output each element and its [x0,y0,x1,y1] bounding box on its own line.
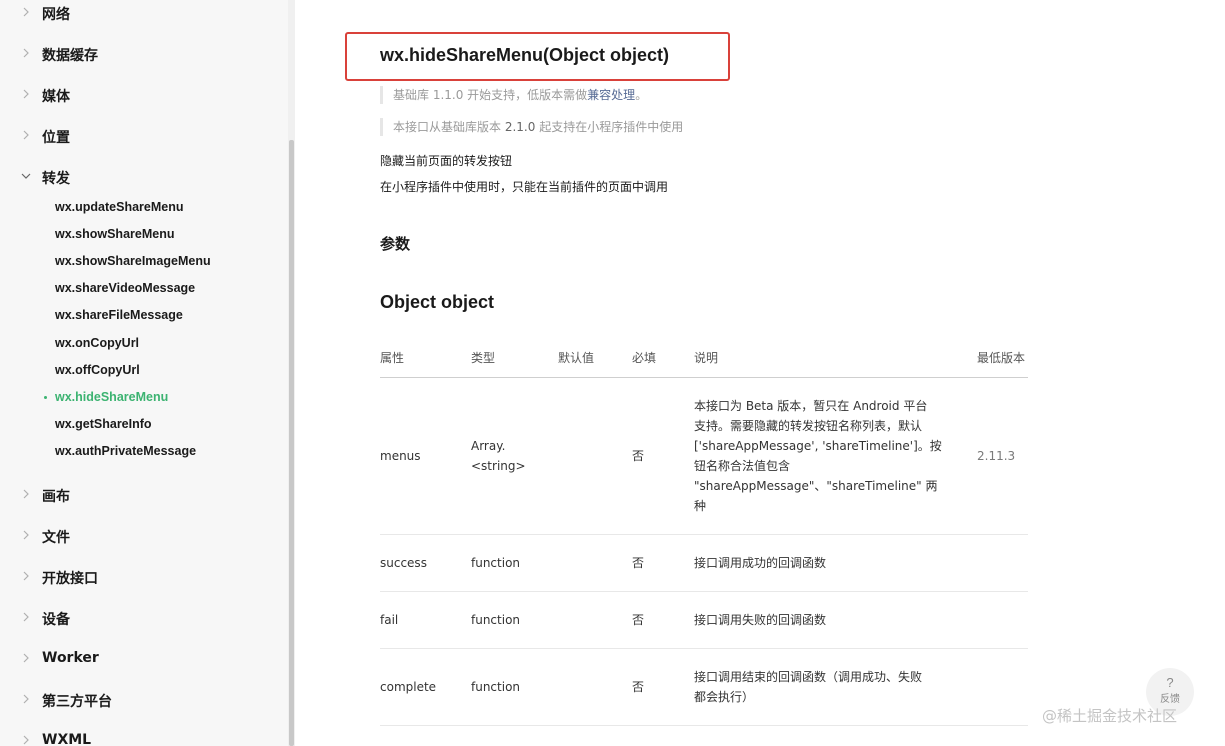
table-row-divider [380,648,1028,649]
sidebar-category-label: 设备 [42,612,70,628]
sidebar: 网络 数据缓存 媒体 位置 转发 wx.updateShareMenu wx.s… [0,0,288,746]
plugin-note: 本接口从基础库版本 2.1.0 起支持在小程序插件中使用 [380,118,683,136]
help-icon: ? [1166,675,1174,690]
table-cell-name: success [380,556,427,570]
table-cell-desc-line: "shareAppMessage"、"shareTimeline" 两 [694,479,938,493]
table-cell-required: 否 [632,680,645,694]
table-header-required: 必填 [632,351,657,365]
table-cell-required: 否 [632,449,645,463]
sidebar-category-label: 数据缓存 [42,48,98,64]
table-cell-desc-line: 都会执行） [694,690,755,704]
table-cell-desc-line: 种 [694,499,707,513]
chevron-right-icon [19,488,33,502]
object-heading: Object object [380,292,495,312]
table-header-divider [380,377,1028,378]
chevron-right-icon [19,6,33,20]
table-cell-name: complete [380,680,437,694]
sidebar-category-label: 位置 [42,130,70,146]
watermark: @稀土掘金技术社区 [1042,707,1178,725]
support-note-text: 基础库 1.1.0 开始支持，低版本需做 [393,88,588,102]
chevron-right-icon [19,693,33,707]
table-row-divider [380,591,1028,592]
active-indicator-dot [44,396,47,399]
chevron-right-icon [19,529,33,543]
plugin-note-suffix: 起支持在小程序插件中使用 [535,120,684,134]
table-cell-type-line2: <string> [471,459,526,473]
table-row-divider [380,534,1028,535]
sidebar-category-label: 网络 [42,7,70,23]
sidebar-item-share-file-message[interactable]: wx.shareFileMessage [55,308,183,322]
sidebar-category-label: 第三方平台 [42,694,112,710]
table-cell-type: function [471,556,521,570]
plugin-note-prefix: 本接口从基础库版本 [393,120,505,134]
table-header-default: 默认值 [558,351,595,365]
sidebar-item-auth-private-message[interactable]: wx.authPrivateMessage [55,444,196,458]
sidebar-item-hide-share-menu[interactable]: wx.hideShareMenu [55,390,168,404]
sidebar-item-show-share-image-menu[interactable]: wx.showShareImageMenu [55,254,211,268]
chevron-right-icon [19,652,33,666]
feedback-label: 反馈 [1160,694,1180,705]
page-title: wx.hideShareMenu(Object object) [380,45,670,65]
doc-content: wx.hideShareMenu(Object object) 基础库 1.1.… [296,0,1225,746]
sidebar-item-on-copy-url[interactable]: wx.onCopyUrl [55,336,139,350]
sidebar-category-label: WXML [42,732,92,746]
params-heading: 参数 [380,235,411,253]
sidebar-category-label: 文件 [42,530,70,546]
description-line-2: 在小程序插件中使用时，只能在当前插件的页面中调用 [380,180,669,194]
table-cell-desc-line: 支持。需要隐藏的转发按钮名称列表，默认 [694,419,923,433]
table-cell-desc-line: ['shareAppMessage', 'shareTimeline']。按 [694,439,942,453]
plugin-note-version: 2.1.0 [504,120,536,134]
sidebar-category-label: 媒体 [42,89,70,105]
sidebar-category-label: Worker [42,650,99,666]
table-cell-desc-line: 接口调用结束的回调函数（调用成功、失败 [694,670,923,684]
table-cell-min-version: 2.11.3 [977,449,1016,463]
table-cell-type: Array. [471,439,506,453]
table-header-name: 属性 [380,351,405,365]
sidebar-item-share-video-message[interactable]: wx.shareVideoMessage [55,281,195,295]
chevron-down-icon [19,170,33,184]
table-row-divider [380,725,1028,726]
sidebar-item-show-share-menu[interactable]: wx.showShareMenu [55,227,174,241]
sidebar-item-get-share-info[interactable]: wx.getShareInfo [55,417,152,431]
table-cell-name: fail [380,613,399,627]
chevron-right-icon [19,47,33,61]
table-cell-required: 否 [632,613,645,627]
table-cell-type: function [471,680,521,694]
chevron-right-icon [19,734,33,746]
compat-link[interactable]: 兼容处理 [587,88,635,102]
sidebar-item-update-share-menu[interactable]: wx.updateShareMenu [55,200,184,214]
description-line-1: 隐藏当前页面的转发按钮 [380,154,513,168]
table-header-min-version: 最低版本 [977,351,1026,365]
table-cell-required: 否 [632,556,645,570]
table-cell-desc-line: 接口调用成功的回调函数 [694,556,827,570]
chevron-right-icon [19,88,33,102]
sidebar-category-label: 开放接口 [42,571,98,587]
table-cell-desc-line: 本接口为 Beta 版本，暂只在 Android 平台 [694,399,928,413]
sidebar-category-label: 转发 [42,171,70,187]
table-header-description: 说明 [694,351,719,365]
table-header-type: 类型 [471,351,496,365]
support-note: 基础库 1.1.0 开始支持，低版本需做兼容处理。 [380,86,647,104]
sidebar-scrollbar-thumb[interactable] [289,140,294,746]
sidebar-item-off-copy-url[interactable]: wx.offCopyUrl [55,363,140,377]
sidebar-category-label: 画布 [42,489,70,505]
table-cell-desc-line: 钮名称合法值包含 [694,459,791,473]
table-cell-name: menus [380,449,421,463]
support-note-suffix: 。 [635,88,648,102]
chevron-right-icon [19,570,33,584]
chevron-right-icon [19,129,33,143]
table-cell-desc-line: 接口调用失败的回调函数 [694,613,827,627]
table-cell-type: function [471,613,521,627]
chevron-right-icon [19,611,33,625]
